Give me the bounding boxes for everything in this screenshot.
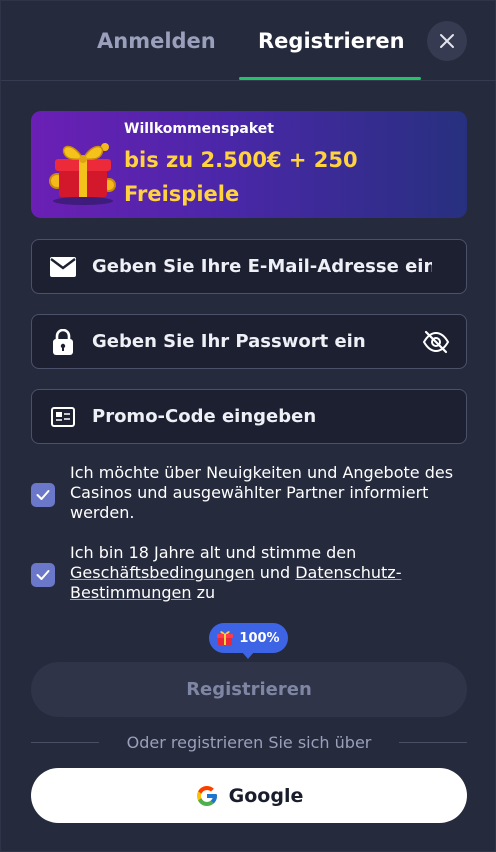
checkmark-icon: [36, 490, 50, 500]
email-field-container: [31, 239, 467, 294]
newsletter-checkbox[interactable]: [31, 483, 55, 507]
active-tab-indicator: [239, 77, 421, 80]
register-button[interactable]: Registrieren: [31, 662, 467, 717]
promo-code-field[interactable]: [92, 390, 432, 443]
promo-ticket-icon: [50, 404, 76, 430]
terms-and: und: [259, 563, 291, 582]
lock-icon: [50, 328, 76, 355]
close-icon: [440, 34, 454, 48]
terms-consent-row: Ich bin 18 Jahre alt und stimme den Gesc…: [31, 543, 467, 605]
close-button[interactable]: [427, 21, 467, 61]
tab-bar: Anmelden Registrieren: [1, 1, 496, 81]
newsletter-consent-text: Ich möchte über Neuigkeiten und Angebote…: [70, 463, 454, 522]
social-divider: Oder registrieren Sie sich über: [31, 732, 467, 754]
welcome-bonus-banner[interactable]: Willkommenspaket bis zu 2.500€ + 250 Fre…: [31, 111, 467, 218]
registration-modal: Anmelden Registrieren Willkommenspaket b…: [0, 0, 496, 852]
divider-line: [399, 742, 467, 743]
checkmark-icon: [36, 570, 50, 580]
banner-subtitle: Willkommenspaket: [124, 121, 274, 137]
terms-checkbox[interactable]: [31, 563, 55, 587]
google-signup-button[interactable]: Google: [31, 768, 467, 823]
banner-title: bis zu 2.500€ + 250 Freispiele: [124, 148, 358, 206]
tab-login[interactable]: Anmelden: [97, 29, 216, 53]
eye-off-icon: [422, 330, 450, 353]
promo-code-field-container: [31, 389, 467, 444]
gift-icon: [49, 143, 116, 205]
password-field[interactable]: [92, 315, 432, 368]
google-logo-icon: [196, 785, 217, 806]
terms-prefix: Ich bin 18 Jahre alt und stimme den: [70, 543, 357, 562]
email-icon: [50, 254, 76, 280]
badge-text: 100%: [239, 630, 280, 646]
google-button-label: Google: [228, 784, 304, 807]
tab-register[interactable]: Registrieren: [258, 29, 405, 53]
terms-suffix: zu: [196, 583, 216, 602]
email-field[interactable]: [92, 240, 432, 293]
terms-consent-text: Ich bin 18 Jahre alt und stimme den Gesc…: [70, 543, 465, 603]
terms-link[interactable]: Geschäftsbedingungen: [70, 563, 255, 582]
newsletter-consent-row: Ich möchte über Neuigkeiten und Angebote…: [31, 463, 467, 525]
toggle-password-visibility-button[interactable]: [422, 328, 450, 356]
gift-icon: [217, 631, 234, 645]
password-field-container: [31, 314, 467, 369]
bonus-progress-badge: 100%: [209, 623, 288, 659]
